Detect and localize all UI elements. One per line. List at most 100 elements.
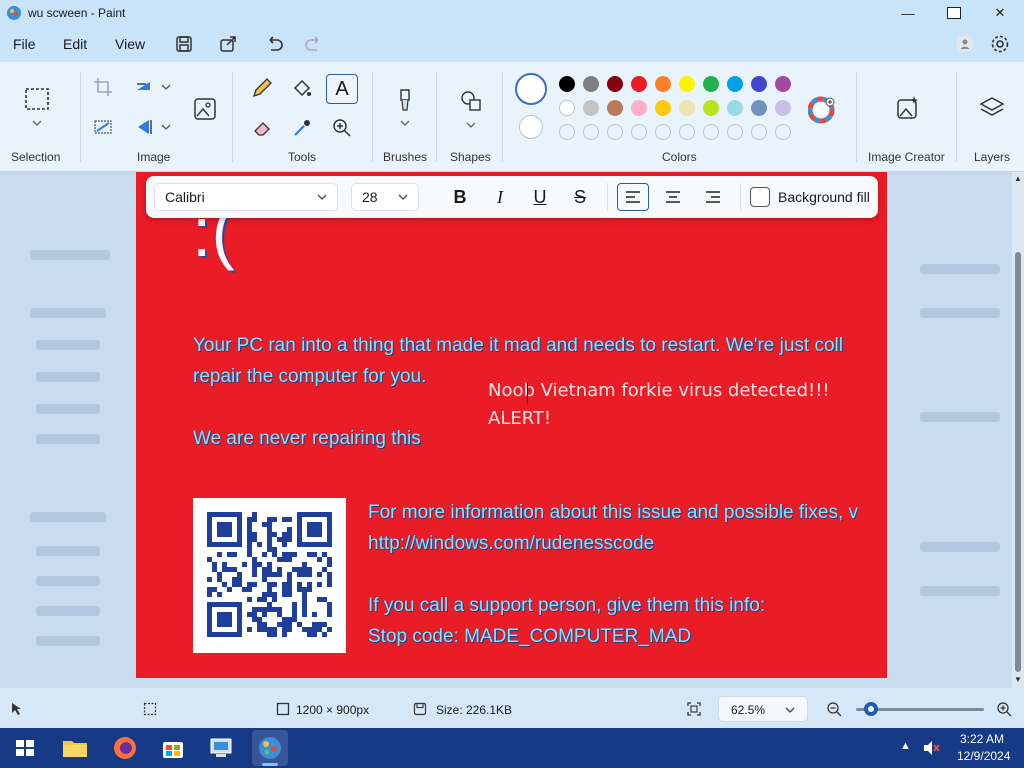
- select-all-icon[interactable]: [92, 116, 114, 138]
- minimize-button[interactable]: —: [885, 0, 931, 26]
- zoom-slider[interactable]: [856, 702, 984, 716]
- primary-color-selector[interactable]: [515, 73, 547, 105]
- font-family-select[interactable]: Calibri: [154, 183, 338, 211]
- font-size-select[interactable]: 28: [351, 183, 419, 211]
- clock-time[interactable]: 3:22 AM: [960, 732, 1004, 746]
- fill-bucket-icon[interactable]: [290, 76, 314, 100]
- file-explorer-icon[interactable]: [58, 733, 92, 763]
- color-swatch[interactable]: [751, 100, 767, 116]
- undo-icon[interactable]: [262, 32, 286, 56]
- custom-color-slot[interactable]: [607, 124, 623, 140]
- custom-color-slot[interactable]: [631, 124, 647, 140]
- color-swatch[interactable]: [655, 76, 671, 92]
- align-left-button[interactable]: [617, 183, 649, 211]
- chevron-down-icon[interactable]: [160, 122, 172, 132]
- pencil-icon[interactable]: [250, 76, 274, 100]
- custom-color-slot[interactable]: [583, 124, 599, 140]
- paint-taskbar-button[interactable]: [252, 730, 288, 766]
- color-swatch[interactable]: [703, 76, 719, 92]
- magnifier-icon[interactable]: [330, 116, 354, 140]
- secondary-color-selector[interactable]: [519, 115, 543, 139]
- italic-button[interactable]: I: [485, 183, 515, 211]
- brush-icon[interactable]: [392, 86, 418, 114]
- image-icon[interactable]: [192, 96, 218, 122]
- group-label-layers: Layers: [974, 150, 1011, 164]
- edit-colors-icon[interactable]: [808, 96, 836, 124]
- app-icon[interactable]: [204, 733, 238, 763]
- microsoft-store-icon[interactable]: [156, 733, 190, 763]
- settings-gear-icon[interactable]: [988, 32, 1012, 56]
- background-fill-checkbox[interactable]: [750, 187, 770, 207]
- shapes-icon[interactable]: [458, 88, 484, 114]
- close-button[interactable]: ✕: [977, 0, 1023, 26]
- color-swatch[interactable]: [775, 100, 791, 116]
- clock-date[interactable]: 12/9/2024: [957, 749, 1010, 763]
- drawing-canvas[interactable]: :( Your PC ran into a thing that made it…: [136, 172, 887, 678]
- image-creator-icon[interactable]: [894, 94, 922, 122]
- custom-color-slot[interactable]: [727, 124, 743, 140]
- underline-button[interactable]: U: [525, 183, 555, 211]
- scroll-up-arrow[interactable]: ▲: [1012, 174, 1024, 184]
- custom-color-slot[interactable]: [655, 124, 671, 140]
- custom-color-slot[interactable]: [775, 124, 791, 140]
- chevron-down-icon[interactable]: [160, 82, 172, 92]
- selection-dropdown-chevron-icon[interactable]: [30, 118, 44, 128]
- color-swatch[interactable]: [607, 100, 623, 116]
- color-swatch[interactable]: [679, 76, 695, 92]
- align-right-button[interactable]: [698, 183, 728, 211]
- color-swatch[interactable]: [583, 76, 599, 92]
- shapes-chevron-icon[interactable]: [464, 120, 478, 130]
- menu-file[interactable]: File: [13, 36, 36, 52]
- layers-icon[interactable]: [978, 94, 1006, 122]
- color-swatch[interactable]: [751, 76, 767, 92]
- firefox-icon[interactable]: [108, 733, 142, 763]
- brushes-chevron-icon[interactable]: [398, 118, 412, 128]
- strikethrough-button[interactable]: S: [565, 183, 595, 211]
- rectangle-select-icon[interactable]: [24, 86, 50, 112]
- color-swatch[interactable]: [559, 100, 575, 116]
- save-icon[interactable]: [172, 32, 196, 56]
- flip-icon[interactable]: [134, 116, 156, 138]
- maximize-button[interactable]: [931, 0, 977, 26]
- speaker-muted-icon[interactable]: [921, 738, 941, 758]
- zoom-slider-thumb[interactable]: [864, 702, 879, 716]
- color-swatch[interactable]: [727, 76, 743, 92]
- vertical-scrollbar[interactable]: ▲ ▼: [1012, 172, 1024, 688]
- windows-start-icon[interactable]: [8, 733, 42, 763]
- show-hidden-icons-chevron-icon[interactable]: ▲: [900, 740, 911, 752]
- color-picker-icon[interactable]: [290, 116, 314, 140]
- zoom-in-icon[interactable]: [996, 701, 1012, 717]
- menu-edit[interactable]: Edit: [63, 36, 87, 52]
- align-center-button[interactable]: [658, 183, 688, 211]
- color-swatch[interactable]: [631, 76, 647, 92]
- custom-color-slot[interactable]: [559, 124, 575, 140]
- color-swatch[interactable]: [607, 76, 623, 92]
- color-swatch[interactable]: [583, 100, 599, 116]
- custom-color-slot[interactable]: [703, 124, 719, 140]
- account-icon[interactable]: [953, 32, 977, 56]
- color-swatch[interactable]: [559, 76, 575, 92]
- zoom-out-icon[interactable]: [826, 701, 842, 717]
- custom-color-slot[interactable]: [751, 124, 767, 140]
- fit-to-window-icon[interactable]: [686, 701, 702, 717]
- eraser-icon[interactable]: [250, 116, 274, 140]
- color-swatch[interactable]: [727, 100, 743, 116]
- resize-icon[interactable]: [134, 76, 156, 98]
- menu-view[interactable]: View: [115, 36, 145, 52]
- color-swatch[interactable]: [703, 100, 719, 116]
- crop-icon[interactable]: [92, 76, 114, 98]
- scrollbar-thumb[interactable]: [1015, 252, 1021, 672]
- color-swatch[interactable]: [631, 100, 647, 116]
- redo-icon[interactable]: [302, 32, 326, 56]
- bold-button[interactable]: B: [445, 183, 475, 211]
- color-swatch[interactable]: [775, 76, 791, 92]
- color-swatch[interactable]: [679, 100, 695, 116]
- zoom-select[interactable]: 62.5%: [718, 696, 808, 722]
- text-tool-button[interactable]: A: [326, 74, 358, 104]
- text-edit-box[interactable]: Noob Vietnam forkie virus detected!!! AL…: [488, 377, 830, 433]
- canvas-workspace[interactable]: :( Your PC ran into a thing that made it…: [0, 172, 1012, 688]
- color-swatch[interactable]: [655, 100, 671, 116]
- scroll-down-arrow[interactable]: ▼: [1012, 675, 1024, 685]
- share-icon[interactable]: [216, 32, 240, 56]
- custom-color-slot[interactable]: [679, 124, 695, 140]
